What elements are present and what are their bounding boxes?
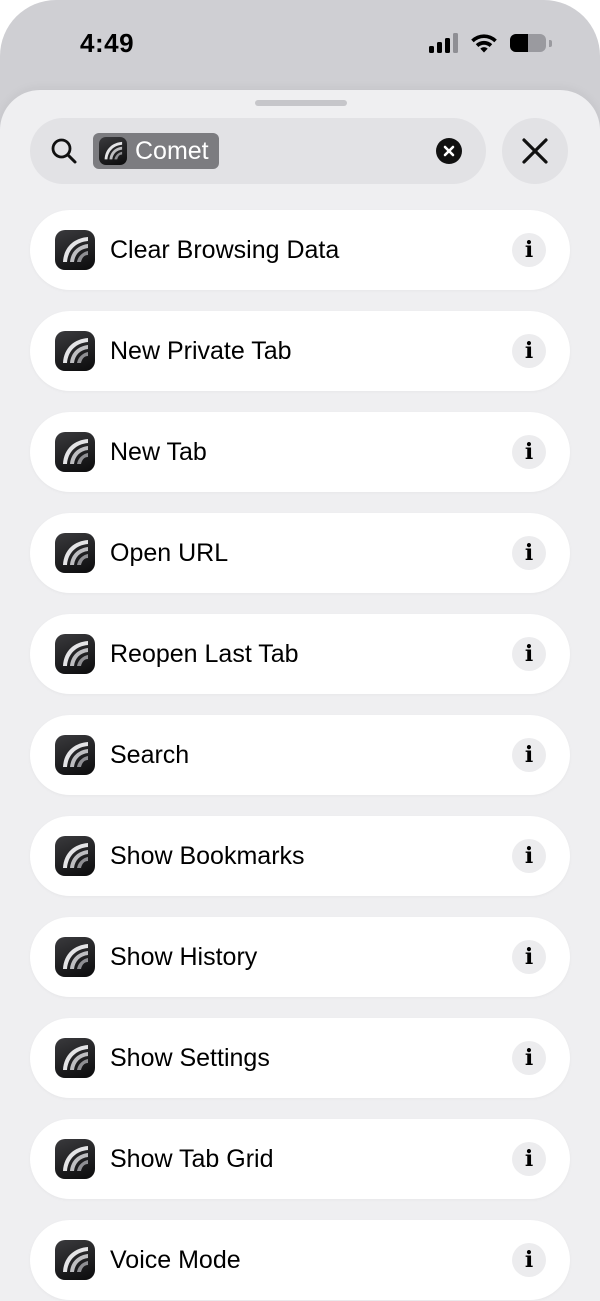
- action-label: New Private Tab: [110, 337, 292, 365]
- action-row[interactable]: Show Settings i: [30, 1018, 570, 1098]
- action-label: Voice Mode: [110, 1246, 241, 1274]
- info-icon[interactable]: i: [512, 1243, 546, 1277]
- sheet-grabber[interactable]: [255, 100, 347, 106]
- shortcut-actions-sheet: Comet Clear Browsing Data i New Private Ta…: [0, 90, 600, 1301]
- action-list: Clear Browsing Data i New Private Tab i New …: [30, 210, 570, 1301]
- comet-app-icon: [55, 1139, 95, 1179]
- action-label: Open URL: [110, 539, 229, 567]
- search-field[interactable]: Comet: [30, 118, 486, 184]
- action-row[interactable]: Open URL i: [30, 513, 570, 593]
- action-row[interactable]: New Tab i: [30, 412, 570, 492]
- info-icon[interactable]: i: [512, 839, 546, 873]
- clear-icon: [443, 145, 455, 157]
- info-icon[interactable]: i: [512, 1142, 546, 1176]
- action-row[interactable]: Reopen Last Tab i: [30, 614, 570, 694]
- cellular-signal-icon: [429, 33, 458, 53]
- action-label: Show Bookmarks: [110, 842, 305, 870]
- comet-app-icon: [55, 937, 95, 977]
- comet-app-icon: [55, 634, 95, 674]
- info-icon[interactable]: i: [512, 233, 546, 267]
- info-icon[interactable]: i: [512, 940, 546, 974]
- close-button[interactable]: [502, 118, 568, 184]
- comet-app-icon: [55, 735, 95, 775]
- comet-app-icon: [55, 331, 95, 371]
- clear-search-button[interactable]: [436, 138, 462, 164]
- action-label: Search: [110, 741, 190, 769]
- action-row[interactable]: Show Tab Grid i: [30, 1119, 570, 1199]
- action-row[interactable]: New Private Tab i: [30, 311, 570, 391]
- action-label: Show History: [110, 943, 258, 971]
- app-filter-token-label: Comet: [135, 136, 209, 165]
- phone-screen: 4:49 Comet Clear Browsing Data i New Pri…: [0, 0, 600, 1301]
- action-label: Show Tab Grid: [110, 1145, 274, 1173]
- info-icon[interactable]: i: [512, 738, 546, 772]
- action-row[interactable]: Show Bookmarks i: [30, 816, 570, 896]
- comet-app-icon: [99, 137, 127, 165]
- wifi-icon: [471, 34, 497, 53]
- status-time: 4:49: [80, 28, 135, 58]
- search-icon: [51, 138, 77, 164]
- close-icon: [522, 138, 548, 164]
- battery-icon: [510, 34, 546, 52]
- action-row[interactable]: Show History i: [30, 917, 570, 997]
- comet-app-icon: [55, 432, 95, 472]
- action-row[interactable]: Search i: [30, 715, 570, 795]
- action-row[interactable]: Clear Browsing Data i: [30, 210, 570, 290]
- status-bar: 4:49: [0, 0, 600, 88]
- info-icon[interactable]: i: [512, 637, 546, 671]
- action-label: Reopen Last Tab: [110, 640, 299, 668]
- info-icon[interactable]: i: [512, 435, 546, 469]
- action-label: Clear Browsing Data: [110, 236, 340, 264]
- action-label: Show Settings: [110, 1044, 270, 1072]
- app-filter-token[interactable]: Comet: [93, 133, 219, 169]
- comet-app-icon: [55, 230, 95, 270]
- comet-app-icon: [55, 1038, 95, 1078]
- action-label: New Tab: [110, 438, 207, 466]
- action-row[interactable]: Voice Mode i: [30, 1220, 570, 1300]
- comet-app-icon: [55, 836, 95, 876]
- info-icon[interactable]: i: [512, 334, 546, 368]
- status-icons: [429, 32, 552, 54]
- info-icon[interactable]: i: [512, 536, 546, 570]
- comet-app-icon: [55, 533, 95, 573]
- comet-app-icon: [55, 1240, 95, 1280]
- info-icon[interactable]: i: [512, 1041, 546, 1075]
